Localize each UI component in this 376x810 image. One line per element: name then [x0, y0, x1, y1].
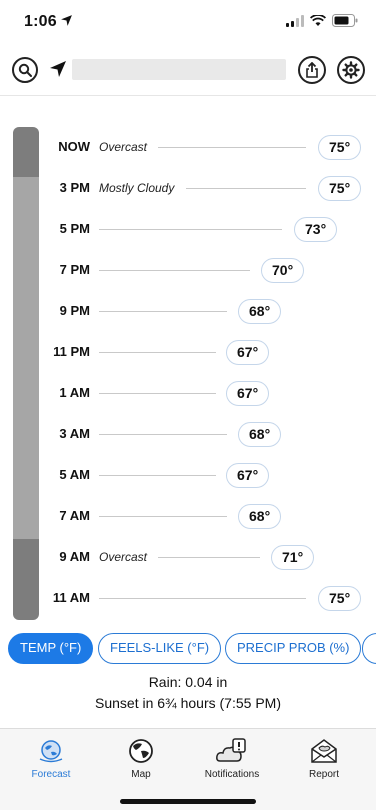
- row-leader-line: [186, 188, 306, 189]
- rain-total: Rain: 0.04 in: [148, 674, 228, 690]
- row-leader-line: [99, 516, 227, 517]
- row-temperature: 68°: [238, 504, 282, 529]
- tab-label: Forecast: [31, 769, 71, 780]
- share-icon: [306, 62, 318, 78]
- battery-icon: [332, 14, 358, 27]
- forecast-row: 3 PM Mostly Cloudy 75°: [0, 168, 376, 209]
- sunset-info: Sunset in 6¾ hours (7:55 PM): [95, 695, 281, 711]
- envelope-icon: [311, 739, 337, 763]
- row-time: 5 AM: [59, 467, 90, 482]
- row-time: 11 AM: [52, 590, 90, 605]
- share-button[interactable]: [298, 56, 326, 84]
- row-time: 1 AM: [59, 385, 90, 400]
- row-condition: Overcast: [99, 140, 148, 154]
- forecast-row: 9 PM 68°: [0, 291, 376, 332]
- row-time: 9 PM: [59, 303, 90, 318]
- row-leader-line: [99, 352, 216, 353]
- forecast-row: 3 AM 68°: [0, 414, 376, 455]
- forecast-row: NOW Overcast 75°: [0, 127, 376, 168]
- forecast-globe-icon: [39, 740, 63, 763]
- row-temperature: 67°: [226, 463, 270, 488]
- row-time: 5 PM: [59, 221, 90, 236]
- row-temperature: 68°: [238, 422, 282, 447]
- row-temperature: 67°: [226, 340, 270, 365]
- home-indicator[interactable]: [120, 799, 256, 804]
- row-condition: Mostly Cloudy: [99, 181, 175, 195]
- location-field[interactable]: [72, 59, 286, 80]
- row-time: NOW: [58, 139, 90, 154]
- row-temperature: 75°: [318, 586, 362, 611]
- row-temperature: 75°: [318, 135, 362, 160]
- forecast-row: 7 AM 68°: [0, 496, 376, 537]
- tab-map[interactable]: Map: [94, 737, 188, 780]
- gear-icon: [342, 61, 360, 79]
- signal-icon: [286, 14, 304, 27]
- tab-label: Report: [308, 769, 339, 780]
- tab-report[interactable]: Report: [277, 737, 371, 780]
- forecast-row: 5 PM 73°: [0, 209, 376, 250]
- row-leader-line: [99, 270, 250, 271]
- row-time: 7 PM: [59, 262, 90, 277]
- row-time: 11 PM: [53, 344, 90, 359]
- tab-label: Notifications: [204, 769, 260, 780]
- row-temperature: 67°: [226, 381, 270, 406]
- row-temperature: 73°: [294, 217, 338, 242]
- forecast-row: 7 PM 70°: [0, 250, 376, 291]
- cloud-alert-icon: [216, 738, 246, 762]
- tab-bar: Forecast Map Notifications Report: [0, 728, 376, 810]
- row-leader-line: [158, 557, 260, 558]
- status-bar: 1:06: [0, 0, 376, 44]
- row-leader-line: [99, 434, 227, 435]
- search-button[interactable]: [12, 57, 38, 83]
- row-temperature: 71°: [271, 545, 315, 570]
- location-arrow-icon[interactable]: [47, 58, 69, 80]
- status-time: 1:06: [24, 13, 57, 30]
- tab-forecast[interactable]: Forecast: [4, 737, 98, 780]
- row-leader-line: [99, 229, 282, 230]
- tab-label: Map: [131, 769, 151, 780]
- row-temperature: 70°: [261, 258, 305, 283]
- search-icon: [18, 63, 32, 77]
- row-time: 7 AM: [59, 508, 90, 523]
- forecast-row: 11 PM 67°: [0, 332, 376, 373]
- forecast-row: 1 AM 67°: [0, 373, 376, 414]
- row-leader-line: [99, 475, 216, 476]
- metric-selector: TEMP (°F) FEELS-LIKE (°F) PRECIP PROB (%…: [8, 633, 376, 664]
- location-services-icon: [61, 15, 72, 26]
- globe-icon: [129, 739, 153, 763]
- row-leader-line: [99, 311, 227, 312]
- status-indicators: [286, 14, 358, 27]
- forecast-row: 9 AM Overcast 71°: [0, 537, 376, 578]
- row-time: 3 PM: [59, 180, 90, 195]
- chip-feels-like[interactable]: FEELS-LIKE (°F): [98, 633, 222, 664]
- row-leader-line: [99, 393, 216, 394]
- row-time: 3 AM: [59, 426, 90, 441]
- forecast-row: 11 AM 75°: [0, 578, 376, 619]
- chip-temp[interactable]: TEMP (°F): [8, 633, 94, 664]
- row-temperature: 68°: [238, 299, 282, 324]
- row-condition: Overcast: [99, 550, 148, 564]
- row-temperature: 75°: [318, 176, 362, 201]
- tab-notifications[interactable]: Notifications: [185, 737, 279, 780]
- header: [0, 44, 376, 96]
- chip-more[interactable]: [362, 633, 376, 664]
- row-leader-line: [99, 598, 306, 599]
- row-leader-line: [158, 147, 306, 148]
- settings-button[interactable]: [337, 56, 365, 84]
- forecast-row: 5 AM 67°: [0, 455, 376, 496]
- row-time: 9 AM: [59, 549, 90, 564]
- chip-precip-prob[interactable]: PRECIP PROB (%): [225, 633, 362, 664]
- wifi-icon: [310, 14, 326, 26]
